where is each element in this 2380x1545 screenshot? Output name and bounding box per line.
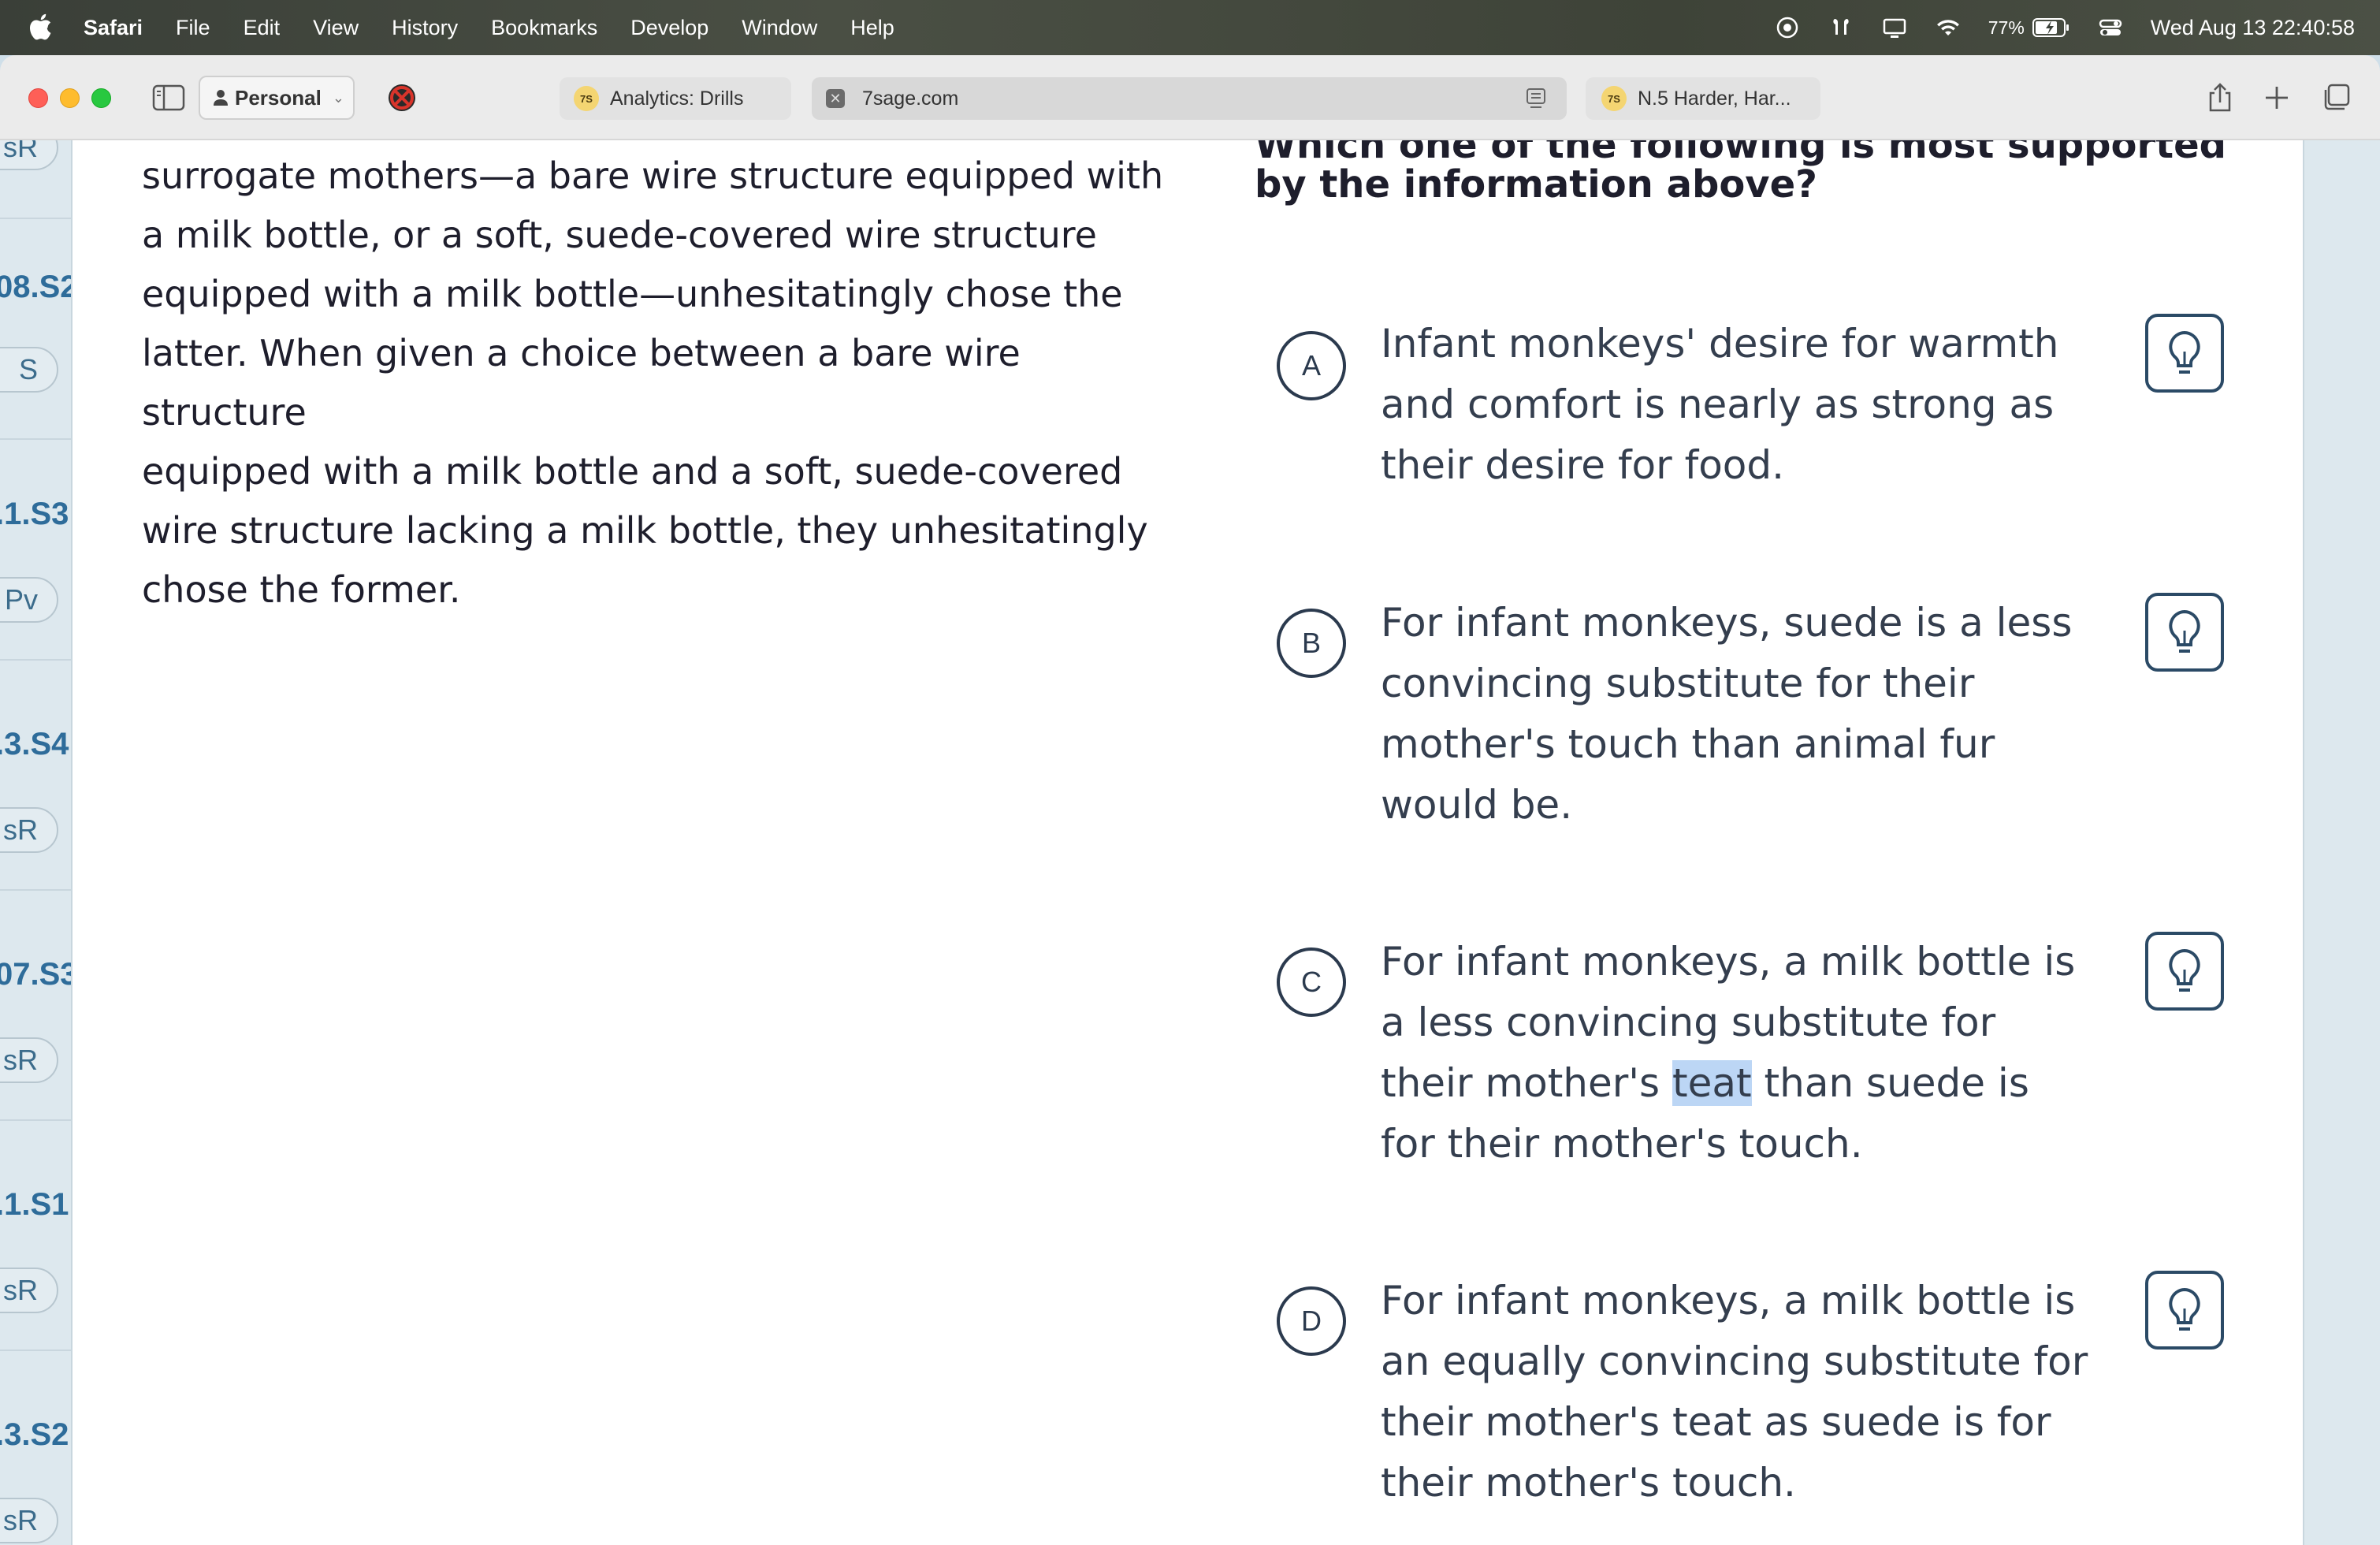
tab-overview-icon[interactable] xyxy=(2319,80,2353,115)
lightbulb-icon xyxy=(2169,609,2200,653)
choice-text-b[interactable]: For infant monkeys, suede is a less conv… xyxy=(1381,593,2090,836)
control-center-icon[interactable] xyxy=(2097,14,2124,41)
strip-label: .1.S3 xyxy=(0,497,69,531)
battery-percent: 77% xyxy=(1988,17,2025,38)
blocker-extension-icon[interactable] xyxy=(385,80,419,115)
strip-label: .1.S1 xyxy=(0,1187,69,1222)
window-maximize-button[interactable] xyxy=(91,88,111,108)
menu-history[interactable]: History xyxy=(392,16,458,40)
tab-analytics-drills[interactable]: 7S Analytics: Drills xyxy=(560,77,791,120)
background-right-margin xyxy=(2303,140,2380,1545)
question-card: surrogate mothers—a bare wire structure … xyxy=(73,140,2303,1545)
passage-text: surrogate mothers—a bare wire structure … xyxy=(142,154,1164,611)
hint-button-c[interactable] xyxy=(2145,932,2224,1011)
hint-button-b[interactable] xyxy=(2145,593,2224,672)
tab-label: 7sage.com xyxy=(862,87,959,110)
person-icon xyxy=(214,90,228,106)
menu-window[interactable]: Window xyxy=(742,16,817,40)
divider xyxy=(0,218,71,219)
tab-7sage-active[interactable]: ✕ 7sage.com xyxy=(812,77,1567,120)
menu-edit[interactable]: Edit xyxy=(244,16,281,40)
clock[interactable]: Wed Aug 13 22:40:58 xyxy=(2151,16,2355,40)
divider xyxy=(0,1350,71,1351)
strip-label: 07.S3 xyxy=(0,957,71,992)
choice-letter-d[interactable]: D xyxy=(1277,1286,1346,1356)
new-tab-icon[interactable] xyxy=(2259,80,2294,115)
wifi-icon[interactable] xyxy=(1935,14,1962,41)
strip-pill: sR xyxy=(0,807,58,853)
display-icon[interactable] xyxy=(1881,14,1908,41)
divider xyxy=(0,659,71,661)
window-close-button[interactable] xyxy=(28,88,48,108)
airpods-icon[interactable] xyxy=(1828,14,1854,41)
sage-favicon-icon: 7S xyxy=(574,86,599,111)
battery-icon xyxy=(2032,18,2069,37)
divider xyxy=(0,889,71,891)
background-drill-list: sR 08.S2 S .1.S3 Pv .3.S4 sR 07.S3 sR .1… xyxy=(0,140,73,1545)
choice-text-a[interactable]: Infant monkeys' desire for warmth and co… xyxy=(1381,314,2090,496)
lightbulb-icon xyxy=(2169,1287,2200,1331)
divider xyxy=(0,438,71,440)
window-minimize-button[interactable] xyxy=(60,88,80,108)
tab-label: N.5 Harder, Har... xyxy=(1638,87,1791,110)
apple-icon[interactable] xyxy=(28,13,52,41)
strip-pill: S xyxy=(0,347,58,393)
profile-selector[interactable]: Personal ⌄ xyxy=(199,76,355,120)
strip-label: .3.S4 xyxy=(0,727,69,761)
hint-button-d[interactable] xyxy=(2145,1271,2224,1350)
focus-icon[interactable] xyxy=(1774,14,1801,41)
text-selection-highlight[interactable]: teat xyxy=(1672,1060,1752,1106)
close-icon[interactable]: ✕ xyxy=(826,89,845,108)
profile-label: Personal xyxy=(235,85,322,110)
choice-letter-a[interactable]: A xyxy=(1277,331,1346,400)
lightbulb-icon xyxy=(2169,330,2200,374)
menu-bar: Safari File Edit View History Bookmarks … xyxy=(0,0,2380,55)
menu-develop[interactable]: Develop xyxy=(630,16,708,40)
strip-label: .3.S2 xyxy=(0,1417,69,1452)
choice-text-c[interactable]: For infant monkeys, a milk bottle is a l… xyxy=(1381,932,2090,1175)
choice-text-d[interactable]: For infant monkeys, a milk bottle is an … xyxy=(1381,1271,2090,1513)
chevron-down-icon: ⌄ xyxy=(332,89,344,106)
strip-pill: sR xyxy=(0,1037,58,1083)
tab-harder[interactable]: 7S N.5 Harder, Har... xyxy=(1586,77,1820,120)
share-icon[interactable] xyxy=(2203,80,2237,115)
sage-favicon-icon: 7S xyxy=(1601,86,1627,111)
menu-help[interactable]: Help xyxy=(850,16,894,40)
browser-toolbar: Personal ⌄ 7S Analytics: Drills ✕ 7sage.… xyxy=(0,55,2380,140)
hint-button-a[interactable] xyxy=(2145,314,2224,393)
choice-letter-c[interactable]: C xyxy=(1277,947,1346,1017)
menu-safari[interactable]: Safari xyxy=(84,16,143,40)
reader-mode-icon[interactable] xyxy=(1524,87,1548,110)
menu-file[interactable]: File xyxy=(176,16,210,40)
divider xyxy=(0,1119,71,1121)
choice-letter-b[interactable]: B xyxy=(1277,609,1346,678)
menu-view[interactable]: View xyxy=(313,16,359,40)
battery-status[interactable]: 77% xyxy=(1988,17,2070,39)
strip-pill: sR xyxy=(0,1268,58,1313)
lightbulb-icon xyxy=(2169,948,2200,992)
strip-label: 08.S2 xyxy=(0,270,71,304)
menu-bookmarks[interactable]: Bookmarks xyxy=(491,16,597,40)
tab-label: Analytics: Drills xyxy=(610,87,744,110)
passage: surrogate mothers—a bare wire structure … xyxy=(142,147,1190,620)
strip-pill: sR xyxy=(0,140,58,170)
strip-pill: Pv xyxy=(0,577,58,623)
question-stem: by the information above? xyxy=(1255,162,1817,207)
sidebar-toggle-icon[interactable] xyxy=(151,82,186,114)
strip-pill: sR xyxy=(0,1498,58,1543)
